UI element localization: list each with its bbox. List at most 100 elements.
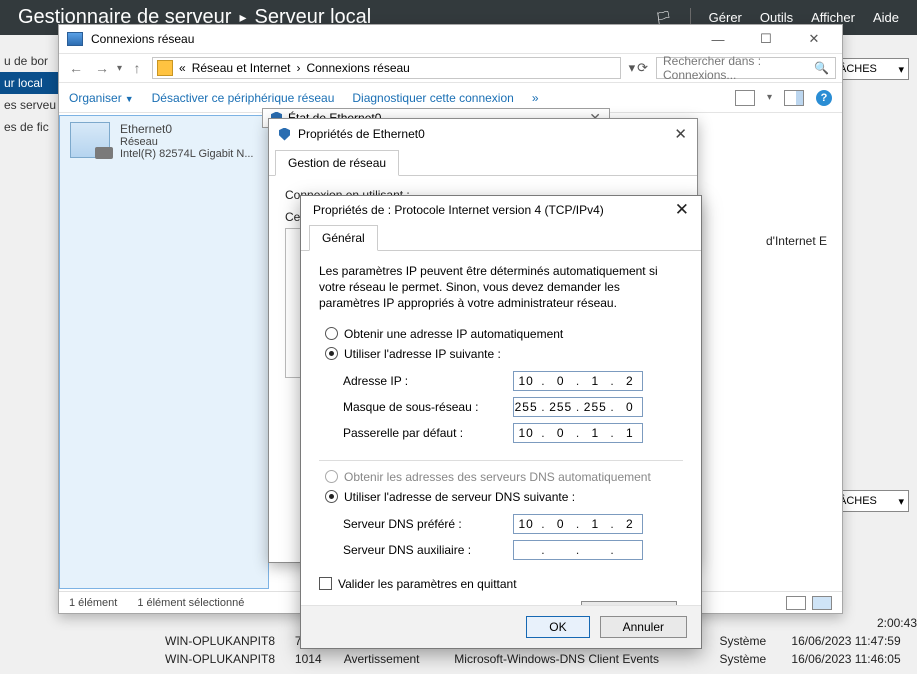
- close-button[interactable]: ✕: [675, 200, 689, 220]
- subnet-mask-input[interactable]: 255. 255. 255. 0: [513, 397, 643, 417]
- shield-icon: [279, 128, 290, 141]
- menu-aide[interactable]: Aide: [873, 10, 899, 25]
- tab-strip: Général: [301, 224, 701, 251]
- view-icons-button[interactable]: [735, 90, 755, 106]
- organize-menu[interactable]: Organiser▼: [69, 91, 134, 105]
- radio-icon: [325, 490, 338, 503]
- selected-count: 1 élément sélectionné: [137, 597, 244, 609]
- side-text-fragment: d'Internet E: [766, 234, 827, 248]
- divider: [319, 460, 683, 461]
- minimize-button[interactable]: —: [698, 28, 738, 50]
- adapter-hardware: Intel(R) 82574L Gigabit N...: [120, 148, 254, 160]
- dns1-label: Serveur DNS préféré :: [343, 517, 513, 531]
- radio-label: Utiliser l'adresse de serveur DNS suivan…: [344, 490, 575, 504]
- event-category: Système: [719, 652, 777, 666]
- radio-icon: [325, 327, 338, 340]
- radio-label: Utiliser l'adresse IP suivante :: [344, 347, 501, 361]
- sidebar-file-services[interactable]: es de fic: [0, 116, 60, 138]
- chevron-down-icon[interactable]: ▾: [767, 92, 772, 103]
- ipv4-properties-dialog: Propriétés de : Protocole Internet versi…: [300, 195, 702, 649]
- close-button[interactable]: ✕: [674, 125, 687, 143]
- event-host: WIN-OPLUKANPIT8: [165, 652, 281, 666]
- menu-outils[interactable]: Outils: [760, 10, 793, 25]
- close-button[interactable]: ✕: [794, 28, 834, 50]
- up-button[interactable]: ↑: [126, 57, 148, 79]
- tasks-label: ÂCHES: [839, 495, 877, 507]
- help-icon[interactable]: ?: [816, 90, 832, 106]
- network-connections-icon: [67, 32, 83, 46]
- chevron-down-icon: ▾: [898, 63, 904, 76]
- tab-network-management[interactable]: Gestion de réseau: [275, 150, 399, 176]
- history-dropdown-icon[interactable]: ▾: [117, 63, 122, 74]
- dropdown-icon[interactable]: ▾: [629, 60, 636, 76]
- tasks-dropdown[interactable]: ÂCHES ▾: [834, 490, 909, 512]
- radio-label: Obtenir les adresses des serveurs DNS au…: [344, 470, 651, 484]
- adapter-name: Ethernet0: [120, 122, 254, 136]
- dns1-input[interactable]: 10. 0. 1. 2: [513, 514, 643, 534]
- refresh-icon[interactable]: ⟳: [637, 60, 648, 76]
- event-id: 1014: [295, 652, 330, 666]
- address-bar: ← → ▾ ↑ « Réseau et Internet › Connexion…: [59, 53, 842, 83]
- server-manager-sidebar: u de bor ur local es serveu es de fic: [0, 50, 60, 138]
- adapter-network: Réseau: [120, 136, 254, 148]
- sidebar-dashboard[interactable]: u de bor: [0, 50, 60, 72]
- chevron-down-icon: ▾: [898, 495, 904, 508]
- disable-device-button[interactable]: Désactiver ce périphérique réseau: [152, 91, 335, 105]
- menu-afficher[interactable]: Afficher: [811, 10, 855, 25]
- network-adapter-item[interactable]: Ethernet0 Réseau Intel(R) 82574L Gigabit…: [59, 115, 269, 589]
- radio-auto-dns: Obtenir les adresses des serveurs DNS au…: [319, 467, 683, 487]
- title-bar[interactable]: Propriétés de Ethernet0 ✕: [269, 119, 697, 149]
- maximize-button[interactable]: ☐: [746, 28, 786, 50]
- tab-strip: Gestion de réseau: [269, 149, 697, 176]
- validate-on-exit-checkbox[interactable]: Valider les paramètres en quittant: [319, 571, 683, 597]
- radio-manual-dns[interactable]: Utiliser l'adresse de serveur DNS suivan…: [319, 487, 683, 507]
- details-view-button[interactable]: [786, 596, 806, 610]
- diagnose-connection-button[interactable]: Diagnostiquer cette connexion: [352, 91, 513, 105]
- more-commands-button[interactable]: »: [532, 91, 539, 105]
- radio-label: Obtenir une adresse IP automatiquement: [344, 327, 563, 341]
- icons-view-button[interactable]: [812, 596, 832, 610]
- search-icon: 🔍: [814, 61, 829, 75]
- ok-button[interactable]: OK: [526, 616, 589, 638]
- breadcrumb-ellipsis[interactable]: «: [179, 61, 186, 75]
- radio-icon: [325, 470, 338, 483]
- event-source: Microsoft-Windows-DNS Client Events: [454, 652, 705, 666]
- search-input[interactable]: Rechercher dans : Connexions... 🔍: [656, 57, 836, 79]
- sidebar-all-servers[interactable]: es serveu: [0, 94, 60, 116]
- radio-manual-ip[interactable]: Utiliser l'adresse IP suivante :: [319, 344, 683, 364]
- ip-address-label: Adresse IP :: [343, 374, 513, 388]
- forward-button[interactable]: →: [91, 57, 113, 79]
- ethernet-adapter-icon: [70, 122, 110, 158]
- checkbox-label: Valider les paramètres en quittant: [338, 577, 517, 591]
- event-time: 16/06/2023 11:46:05: [791, 652, 917, 666]
- menu-gerer[interactable]: Gérer: [709, 10, 742, 25]
- event-host: WIN-OPLUKANPIT8: [165, 634, 281, 648]
- radio-auto-ip[interactable]: Obtenir une adresse IP automatiquement: [319, 324, 683, 344]
- dialog-title: Propriétés de : Protocole Internet versi…: [313, 203, 604, 217]
- ip-address-input[interactable]: 10. 0. 1. 2: [513, 371, 643, 391]
- breadcrumb[interactable]: « Réseau et Internet › Connexions réseau: [152, 57, 621, 79]
- title-bar[interactable]: Propriétés de : Protocole Internet versi…: [301, 196, 701, 224]
- event-category: Système: [719, 634, 777, 648]
- gateway-label: Passerelle par défaut :: [343, 426, 513, 440]
- breadcrumb-segment[interactable]: Réseau et Internet: [192, 61, 291, 75]
- dialog-title: Propriétés de Ethernet0: [298, 127, 425, 141]
- cancel-button[interactable]: Annuler: [600, 616, 687, 638]
- dns2-input[interactable]: . . .: [513, 540, 643, 560]
- table-row[interactable]: WIN-OPLUKANPIT8 1014 Avertissement Micro…: [165, 650, 917, 668]
- sidebar-local-server[interactable]: ur local: [0, 72, 60, 94]
- window-title: Connexions réseau: [91, 32, 194, 46]
- event-time: 16/06/2023 11:47:59: [791, 634, 917, 648]
- radio-icon: [325, 347, 338, 360]
- checkbox-icon: [319, 577, 332, 590]
- dialog-button-row: OK Annuler: [301, 605, 701, 648]
- tab-general[interactable]: Général: [309, 225, 378, 251]
- tasks-dropdown[interactable]: ÂCHES ▾: [834, 58, 909, 80]
- preview-pane-button[interactable]: [784, 90, 804, 106]
- chevron-right-icon: ›: [296, 61, 300, 75]
- breadcrumb-segment[interactable]: Connexions réseau: [306, 61, 409, 75]
- gateway-input[interactable]: 10. 0. 1. 1: [513, 423, 643, 443]
- title-bar[interactable]: Connexions réseau — ☐ ✕: [59, 25, 842, 53]
- back-button[interactable]: ←: [65, 57, 87, 79]
- folder-icon: [157, 60, 173, 76]
